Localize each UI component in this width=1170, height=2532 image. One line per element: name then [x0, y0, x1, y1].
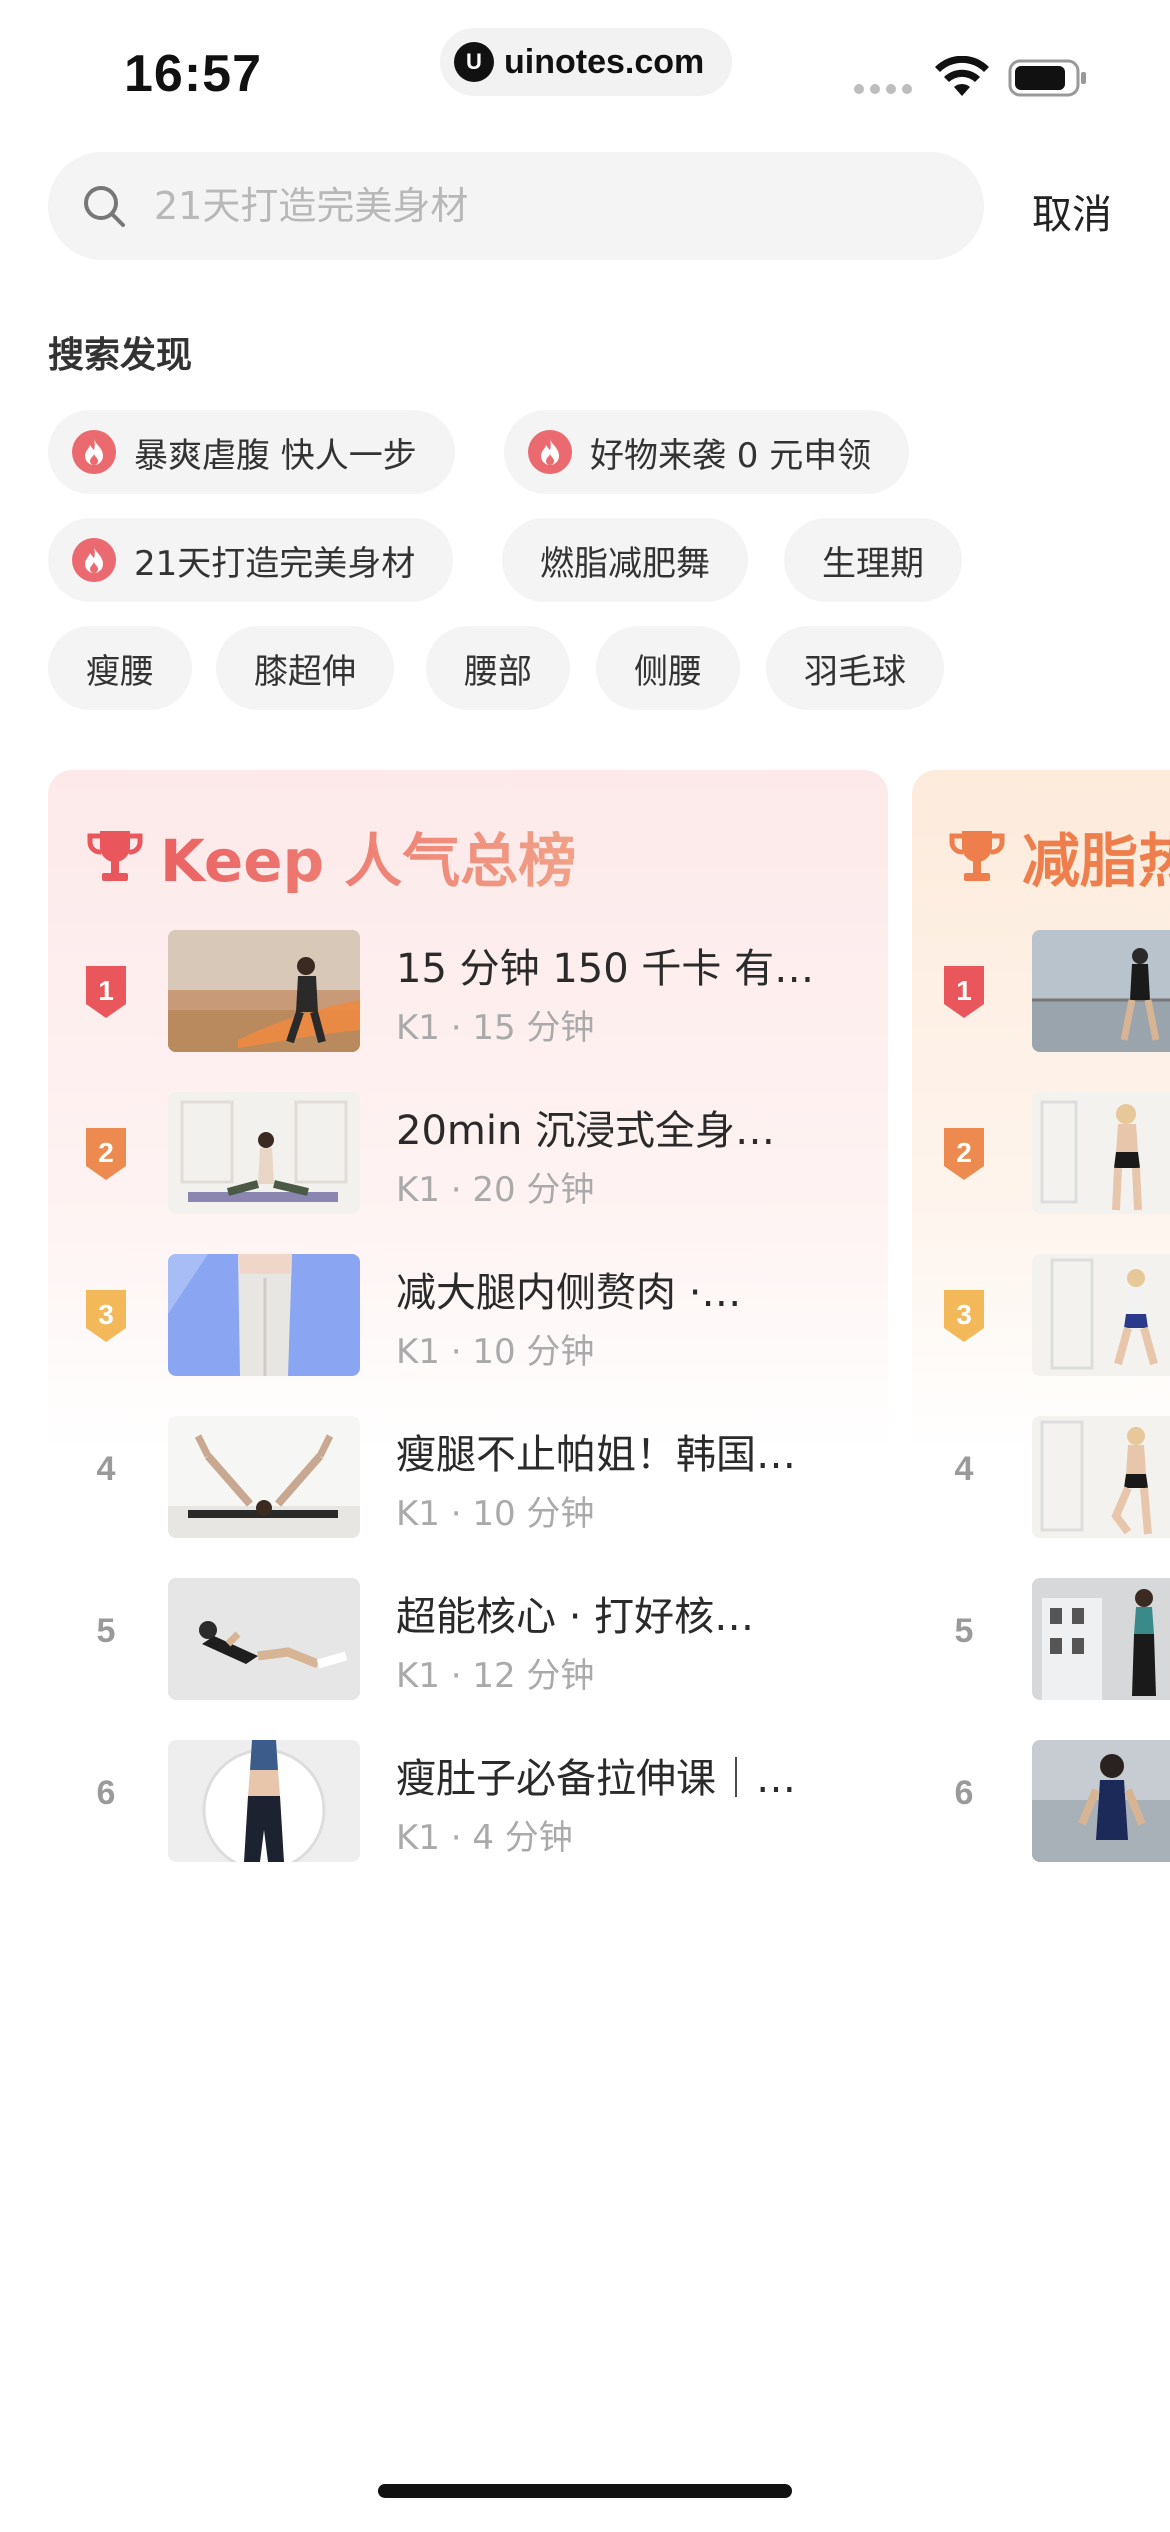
- svg-text:1: 1: [98, 975, 114, 1006]
- search-input[interactable]: [154, 184, 934, 228]
- rank-badge-gold: 1: [86, 966, 126, 1018]
- home-indicator[interactable]: [378, 2484, 792, 2498]
- svg-text:1: 1: [956, 975, 972, 1006]
- rank-number: 6: [96, 1774, 116, 1812]
- ranking-list-item[interactable]: 6 瘦肚子必备拉伸课｜… K1 · 4 分钟: [48, 1740, 888, 1862]
- trophy-icon: [949, 831, 1005, 881]
- workout-thumbnail: [168, 1578, 360, 1700]
- discover-chip[interactable]: 21天打造完美身材: [48, 518, 454, 602]
- status-time: 16:57: [124, 45, 262, 103]
- chip-label: 好物来袭 0 元申领: [590, 435, 872, 476]
- status-bar: 16:57 U uinotes.com: [0, 0, 1170, 140]
- ranking-list-item[interactable]: 3: [912, 1254, 1170, 1376]
- ranking-list-item[interactable]: 2 20min 沉浸式全身… K1 · 20 分钟: [48, 1092, 888, 1214]
- discover-chip[interactable]: 瘦腰: [48, 626, 192, 710]
- svg-text:3: 3: [98, 1299, 114, 1330]
- ranking-card-fat-loss[interactable]: 减脂热 1 2 3 4 5 6: [912, 770, 1170, 1870]
- workout-thumbnail: [168, 1416, 360, 1538]
- ranking-title-text: Keep 人气总榜: [160, 827, 577, 895]
- wifi-icon: [935, 56, 989, 96]
- rank-number: 5: [954, 1612, 974, 1650]
- ranking-list-item[interactable]: 4: [912, 1416, 1170, 1538]
- discover-chip[interactable]: 腰部: [426, 626, 570, 710]
- svg-text:3: 3: [956, 1299, 972, 1330]
- item-meta: K1 · 4 分钟: [396, 1818, 573, 1858]
- rank-badge-silver: 2: [944, 1128, 984, 1180]
- chip-label: 21天打造完美身材: [134, 543, 416, 584]
- ranking-card-title: 减脂热: [946, 814, 1170, 898]
- discover-chip[interactable]: 膝超伸: [216, 626, 394, 710]
- ranking-list-item[interactable]: 6: [912, 1740, 1170, 1862]
- cancel-button[interactable]: 取消: [1032, 182, 1112, 240]
- workout-thumbnail: [168, 1092, 360, 1214]
- rank-number: 4: [96, 1450, 116, 1488]
- rank-badge-gold: 1: [944, 966, 984, 1018]
- discover-chip[interactable]: 生理期: [784, 518, 962, 602]
- discover-chip[interactable]: 燃脂减肥舞: [502, 518, 748, 602]
- ranking-list-item[interactable]: 5 超能核心 · 打好核… K1 · 12 分钟: [48, 1578, 888, 1700]
- rank-badge-bronze: 3: [86, 1290, 126, 1342]
- discover-chip[interactable]: 侧腰: [596, 626, 740, 710]
- trophy-icon: [87, 831, 143, 881]
- ranking-list-item[interactable]: 4 瘦腿不止帕姐！韩国… K1 · 10 分钟: [48, 1416, 888, 1538]
- rank-number: 6: [954, 1774, 974, 1812]
- ranking-list-item[interactable]: 2: [912, 1092, 1170, 1214]
- url-pill[interactable]: U uinotes.com: [440, 28, 732, 96]
- workout-thumbnail: [1032, 1254, 1170, 1376]
- site-logo-icon: U: [454, 42, 494, 82]
- item-meta: K1 · 10 分钟: [396, 1332, 595, 1372]
- item-meta: K1 · 10 分钟: [396, 1494, 595, 1534]
- cellular-signal-icon: [854, 84, 912, 94]
- item-title: 15 分钟 150 千卡 有…: [396, 946, 815, 992]
- discover-title: 搜索发现: [48, 335, 193, 376]
- fire-icon: [72, 430, 116, 474]
- workout-thumbnail: [168, 1254, 360, 1376]
- ranking-list-item[interactable]: 1: [912, 930, 1170, 1052]
- item-meta: K1 · 12 分钟: [396, 1656, 595, 1696]
- workout-thumbnail: [1032, 1092, 1170, 1214]
- workout-thumbnail: [168, 930, 360, 1052]
- workout-thumbnail: [1032, 1416, 1170, 1538]
- item-title: 瘦肚子必备拉伸课｜…: [396, 1756, 796, 1802]
- discover-chip[interactable]: 暴爽虐腹 快人一步: [48, 410, 455, 494]
- workout-thumbnail: [1032, 1578, 1170, 1700]
- search-bar[interactable]: [48, 152, 984, 260]
- ranking-list-item[interactable]: 3 减大腿内侧赘肉 ·… K1 · 10 分钟: [48, 1254, 888, 1376]
- rank-number: 4: [954, 1450, 974, 1488]
- ranking-card-popular[interactable]: Keep 人气总榜 1 15 分钟 150 千卡 有… K1 · 15 分钟 2: [48, 770, 888, 1870]
- discover-chip[interactable]: 好物来袭 0 元申领: [504, 410, 910, 494]
- ranking-card-title: Keep 人气总榜: [84, 814, 576, 898]
- workout-thumbnail: [168, 1740, 360, 1862]
- ranking-title-text: 减脂热: [1022, 827, 1170, 895]
- svg-text:2: 2: [98, 1137, 114, 1168]
- rank-badge-bronze: 3: [944, 1290, 984, 1342]
- svg-text:2: 2: [956, 1137, 972, 1168]
- item-title: 瘦腿不止帕姐！韩国…: [396, 1432, 796, 1478]
- battery-icon: [1008, 59, 1086, 97]
- item-meta: K1 · 20 分钟: [396, 1170, 595, 1210]
- fire-icon: [528, 430, 572, 474]
- rank-number: 5: [96, 1612, 116, 1650]
- url-text: uinotes.com: [504, 42, 705, 81]
- ranking-list-item[interactable]: 1 15 分钟 150 千卡 有… K1 · 15 分钟: [48, 930, 888, 1052]
- ranking-list-item[interactable]: 5: [912, 1578, 1170, 1700]
- chip-label: 暴爽虐腹 快人一步: [134, 435, 417, 476]
- search-icon: [84, 186, 125, 227]
- item-title: 减大腿内侧赘肉 ·…: [396, 1270, 742, 1316]
- fire-icon: [72, 538, 116, 582]
- workout-thumbnail: [1032, 1740, 1170, 1862]
- item-title: 超能核心 · 打好核…: [396, 1594, 755, 1640]
- workout-thumbnail: [1032, 930, 1170, 1052]
- rank-badge-silver: 2: [86, 1128, 126, 1180]
- item-title: 20min 沉浸式全身…: [396, 1108, 776, 1154]
- item-meta: K1 · 15 分钟: [396, 1008, 595, 1048]
- discover-chip[interactable]: 羽毛球: [766, 626, 944, 710]
